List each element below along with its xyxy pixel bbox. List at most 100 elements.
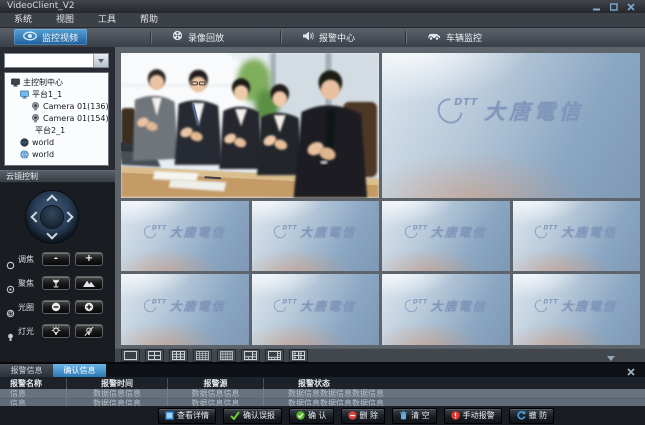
car-icon: [427, 31, 441, 44]
iris-minus-icon: [51, 302, 61, 312]
device-combo-value: [5, 54, 93, 67]
layout-1-plus-7-button[interactable]: [265, 349, 284, 362]
sidebar: 主控制中心 平台1_1 Camera 01(136) Camera 01(154…: [0, 47, 115, 362]
alarm-panel-tabs: 报警信息 确认信息: [0, 364, 645, 377]
video-grid: DTT 大唐電信 DTT大唐電信 DTT大唐電信 DTT大唐電信 DTT大唐電信…: [121, 53, 640, 345]
brand-watermark: DTT 大唐電信: [382, 96, 640, 126]
tab-alarm-center[interactable]: 报警中心: [293, 29, 364, 45]
view-details-button[interactable]: 查看详情: [158, 408, 216, 424]
brand-watermark: DTT大唐電信: [121, 224, 249, 241]
tree-item-world-1[interactable]: world: [5, 136, 108, 148]
layout-4-button[interactable]: [145, 349, 164, 362]
video-cell[interactable]: DTT大唐電信: [121, 274, 249, 345]
close-icon: [627, 368, 635, 376]
close-button[interactable]: [626, 2, 636, 11]
alarm-panel: 报警信息 确认信息 报警名称 报警时间 报警源 报警状态 信息 数据信息信息 数…: [0, 362, 645, 425]
video-cell[interactable]: DTT大唐電信: [252, 274, 380, 345]
menu-system[interactable]: 系统: [2, 13, 44, 27]
column-alarm-time: 报警时间: [66, 378, 167, 389]
zoom-out-button[interactable]: -: [42, 252, 70, 266]
layout-1-plus-5-button[interactable]: [241, 349, 260, 362]
focus-far-button[interactable]: [75, 276, 103, 290]
iris-minus-button[interactable]: [42, 300, 70, 314]
minimize-button[interactable]: [592, 2, 602, 11]
ptz-zoom-row: 调焦 - +: [4, 251, 112, 267]
menu-help[interactable]: 帮助: [128, 13, 170, 27]
ptz-light-row: 灯光: [4, 323, 112, 339]
host-icon: [20, 90, 29, 99]
tree-item-control-center[interactable]: 主控制中心: [5, 76, 108, 88]
clear-button[interactable]: 清 空: [392, 408, 437, 424]
tab-monitor-video[interactable]: 监控视频: [14, 29, 87, 45]
menu-tools[interactable]: 工具: [86, 13, 128, 27]
ptz-right-arrow[interactable]: [62, 211, 73, 222]
ptz-down-arrow[interactable]: [46, 228, 57, 239]
nav-toolbar: 监控视频 录像回放 报警中心 车辆监控: [0, 28, 645, 48]
bulb-icon: [6, 327, 15, 336]
menu-bar: 系统 视图 工具 帮助: [0, 13, 645, 28]
check-icon: [230, 411, 240, 420]
menu-view[interactable]: 视图: [44, 13, 86, 27]
ptz-dpad[interactable]: [26, 191, 78, 243]
video-cell-logo-large[interactable]: DTT 大唐電信: [382, 53, 640, 198]
combo-dropdown-button[interactable]: [93, 54, 108, 67]
delete-icon: [348, 411, 357, 420]
layout-9-button[interactable]: [169, 349, 188, 362]
light-off-button[interactable]: [75, 324, 103, 338]
layout-25-button[interactable]: [217, 349, 236, 362]
maximize-button[interactable]: [609, 2, 619, 11]
brand-watermark: DTT大唐電信: [382, 224, 510, 241]
video-cell[interactable]: DTT大唐電信: [513, 201, 641, 272]
ptz-up-arrow[interactable]: [46, 194, 57, 205]
video-area: DTT 大唐電信 DTT大唐電信 DTT大唐電信 DTT大唐電信 DTT大唐電信…: [115, 47, 645, 348]
column-alarm-status: 报警状态: [263, 378, 645, 389]
iris-plus-icon: [84, 302, 94, 312]
layout-pip-button[interactable]: [289, 349, 308, 362]
confirm-button[interactable]: 确 认: [289, 408, 334, 424]
ptz-left-arrow[interactable]: [30, 211, 41, 222]
tree-item-camera-136[interactable]: Camera 01(136): [5, 100, 108, 112]
video-cell[interactable]: DTT大唐電信: [252, 201, 380, 272]
ptz-panel: 调焦 - + 聚焦 光圈 灯光: [0, 183, 115, 362]
tab-confirm-info[interactable]: 确认信息: [53, 364, 106, 377]
confirm-icon: [296, 411, 305, 420]
delete-button[interactable]: 删 除: [341, 408, 386, 424]
globe-dark-icon: [20, 138, 29, 147]
layout-1-button[interactable]: [121, 349, 140, 362]
ptz-panel-header: 云镜控制: [0, 170, 115, 183]
focus-near-button[interactable]: [42, 276, 70, 290]
title-bar: VideoClient_V2: [0, 0, 645, 13]
light-off-icon: [83, 326, 95, 337]
tree-item-platform1[interactable]: 平台1_1: [5, 88, 108, 100]
video-cell[interactable]: DTT大唐電信: [513, 274, 641, 345]
brand-watermark: DTT大唐電信: [382, 298, 510, 315]
video-cell[interactable]: DTT大唐電信: [382, 201, 510, 272]
column-alarm-source: 报警源: [167, 378, 263, 389]
brand-watermark: DTT大唐電信: [121, 298, 249, 315]
tab-playback[interactable]: 录像回放: [163, 29, 233, 45]
light-on-button[interactable]: [42, 324, 70, 338]
layout-16-button[interactable]: [193, 349, 212, 362]
chevron-down-icon: [607, 356, 615, 380]
disarm-icon: [516, 411, 526, 420]
clear-icon: [399, 411, 408, 420]
tab-vehicle-monitor[interactable]: 车辆监控: [418, 29, 491, 45]
tree-item-camera-154[interactable]: Camera 01(154): [5, 112, 108, 124]
confirm-false-alarm-button[interactable]: 确认误报: [223, 408, 282, 424]
camera-icon: [31, 114, 40, 123]
iris-plus-button[interactable]: [75, 300, 103, 314]
tab-alarm-info[interactable]: 报警信息: [0, 364, 53, 377]
video-cell[interactable]: DTT大唐電信: [382, 274, 510, 345]
video-cell-main-camera[interactable]: [121, 53, 379, 198]
device-combo[interactable]: [4, 53, 109, 68]
video-cell[interactable]: DTT大唐電信: [121, 201, 249, 272]
focus-ring-icon: [6, 279, 15, 288]
tree-item-platform2[interactable]: 平台2_1: [5, 124, 108, 136]
near-focus-icon: [51, 278, 61, 288]
tree-item-world-2[interactable]: world: [5, 148, 108, 160]
manual-alarm-button[interactable]: 手动报警: [444, 408, 502, 424]
disarm-button[interactable]: 撤 防: [509, 408, 555, 424]
ptz-center-button[interactable]: [41, 206, 63, 228]
iris-icon: [6, 303, 15, 312]
zoom-in-button[interactable]: +: [75, 252, 103, 266]
